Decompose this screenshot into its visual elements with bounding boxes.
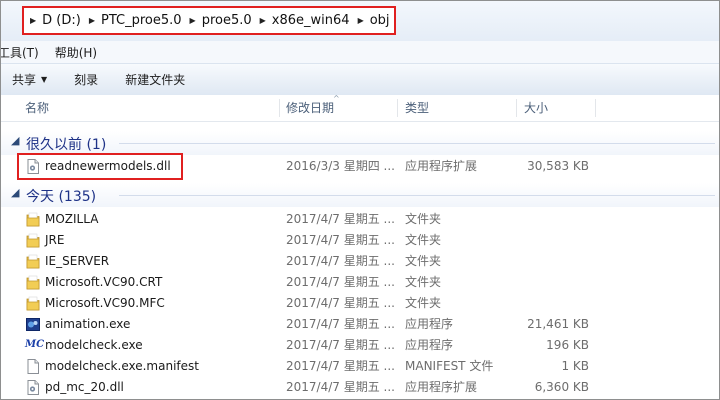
- caret-down-icon: ▼: [41, 75, 48, 84]
- group-title: 今天 (135): [26, 189, 97, 205]
- mc-exe-icon: MC: [25, 339, 45, 350]
- file-row[interactable]: MC modelcheck.exe 2017/4/7 星期五 ... 应用程序 …: [1, 335, 719, 356]
- group-divider-line: [119, 143, 715, 144]
- dll-file-icon: [27, 380, 39, 395]
- file-date: 2017/4/7 星期五 ...: [286, 275, 395, 289]
- file-date: 2017/4/7 星期五 ...: [286, 338, 395, 352]
- file-date: 2017/4/7 星期五 ...: [286, 212, 395, 226]
- file-size: 30,583 KB: [527, 159, 589, 173]
- file-type: 文件夹: [405, 212, 442, 226]
- explorer-window: ▶ D (D:) ▶ PTC_proe5.0 ▶ proe5.0 ▶ x86e_…: [0, 0, 720, 400]
- group-header-long-ago[interactable]: ◢ 很久以前 (1): [1, 131, 719, 155]
- new-folder-button-label: 新建文件夹: [125, 73, 186, 87]
- column-divider[interactable]: [397, 99, 398, 117]
- breadcrumb[interactable]: ▶ D (D:) ▶ PTC_proe5.0 ▶ proe5.0 ▶ x86e_…: [22, 6, 396, 35]
- menu-bar: 工具(T) 帮助(H): [1, 41, 719, 63]
- breadcrumb-item-drive[interactable]: D (D:): [42, 13, 81, 28]
- file-size: 21,461 KB: [527, 317, 589, 331]
- folder-icon: [26, 212, 40, 227]
- file-name: IE_SERVER: [45, 254, 110, 268]
- chevron-right-icon[interactable]: ▶: [190, 16, 196, 25]
- file-name: JRE: [45, 233, 65, 247]
- breadcrumb-item-ptc-proe[interactable]: PTC_proe5.0: [101, 13, 182, 28]
- file-date: 2017/4/7 星期五 ...: [286, 254, 395, 268]
- chevron-down-icon[interactable]: ◢: [11, 134, 19, 147]
- chevron-right-icon[interactable]: ▶: [358, 16, 364, 25]
- file-date: 2017/4/7 星期五 ...: [286, 359, 395, 373]
- column-divider[interactable]: [595, 99, 596, 117]
- group-divider-line: [119, 195, 715, 196]
- chevron-right-icon[interactable]: ▶: [30, 16, 36, 25]
- address-bar: ▶ D (D:) ▶ PTC_proe5.0 ▶ proe5.0 ▶ x86e_…: [1, 1, 719, 41]
- file-row[interactable]: modelcheck.exe.manifest 2017/4/7 星期五 ...…: [1, 356, 719, 377]
- file-date: 2017/4/7 星期五 ...: [286, 317, 395, 331]
- file-name: modelcheck.exe.manifest: [45, 359, 199, 373]
- file-date: 2017/4/7 星期五 ...: [286, 296, 395, 310]
- column-header-row: 名称 ^ 修改日期 类型 大小: [1, 95, 719, 122]
- file-type: 应用程序: [405, 338, 454, 352]
- file-date: 2016/3/3 星期四 ...: [286, 159, 395, 173]
- file-row[interactable]: IE_SERVER 2017/4/7 星期五 ... 文件夹: [1, 251, 719, 272]
- file-type: 应用程序扩展: [405, 159, 478, 173]
- file-type: 文件夹: [405, 275, 442, 289]
- file-size: 196 KB: [546, 338, 589, 352]
- file-name: modelcheck.exe: [45, 338, 143, 352]
- column-header-date[interactable]: 修改日期: [286, 95, 334, 121]
- share-button-label: 共享: [12, 73, 37, 87]
- group-title: 很久以前 (1): [26, 137, 107, 153]
- file-name: animation.exe: [45, 317, 131, 331]
- folder-icon: [26, 275, 40, 290]
- chevron-right-icon[interactable]: ▶: [260, 16, 266, 25]
- column-header-type[interactable]: 类型: [405, 95, 429, 121]
- file-type: 文件夹: [405, 233, 442, 247]
- command-bar: 共享 ▼ 刻录 新建文件夹: [1, 63, 719, 96]
- file-row[interactable]: pd_mc_20.dll 2017/4/7 星期五 ... 应用程序扩展 6,3…: [1, 377, 719, 398]
- file-type: 应用程序: [405, 317, 454, 331]
- blank-file-icon: [27, 359, 39, 374]
- group-header-today[interactable]: ◢ 今天 (135): [1, 183, 719, 207]
- new-folder-button[interactable]: 新建文件夹: [125, 71, 185, 88]
- breadcrumb-item-proe[interactable]: proe5.0: [202, 13, 252, 28]
- column-divider[interactable]: [279, 99, 280, 117]
- menu-tools[interactable]: 工具(T): [1, 44, 39, 61]
- column-divider[interactable]: [516, 99, 517, 117]
- file-date: 2017/4/7 星期五 ...: [286, 380, 395, 394]
- file-row[interactable]: JRE 2017/4/7 星期五 ... 文件夹: [1, 230, 719, 251]
- file-row[interactable]: MOZILLA 2017/4/7 星期五 ... 文件夹: [1, 209, 719, 230]
- share-button[interactable]: 共享 ▼: [12, 71, 47, 88]
- file-size: 1 KB: [561, 359, 589, 373]
- folder-icon: [26, 254, 40, 269]
- file-size: 6,360 KB: [534, 380, 589, 394]
- chevron-down-icon[interactable]: ◢: [11, 186, 19, 199]
- file-name: Microsoft.VC90.MFC: [45, 296, 165, 310]
- folder-icon: [26, 296, 40, 311]
- column-header-name[interactable]: 名称: [25, 95, 49, 121]
- file-date: 2017/4/7 星期五 ...: [286, 233, 395, 247]
- file-type: MANIFEST 文件: [405, 359, 494, 373]
- chevron-right-icon[interactable]: ▶: [89, 16, 95, 25]
- folder-icon: [26, 233, 40, 248]
- file-row[interactable]: animation.exe 2017/4/7 星期五 ... 应用程序 21,4…: [1, 314, 719, 335]
- file-row[interactable]: Microsoft.VC90.CRT 2017/4/7 星期五 ... 文件夹: [1, 272, 719, 293]
- file-row[interactable]: Microsoft.VC90.MFC 2017/4/7 星期五 ... 文件夹: [1, 293, 719, 314]
- menu-help[interactable]: 帮助(H): [55, 44, 97, 61]
- file-name: pd_mc_20.dll: [45, 380, 124, 394]
- breadcrumb-item-obj[interactable]: obj: [370, 13, 390, 28]
- breadcrumb-item-x86e-win64[interactable]: x86e_win64: [272, 13, 350, 28]
- highlight-annotation: [17, 153, 183, 180]
- file-name: Microsoft.VC90.CRT: [45, 275, 163, 289]
- file-type: 文件夹: [405, 254, 442, 268]
- file-name: MOZILLA: [45, 212, 99, 226]
- animation-exe-icon: [26, 318, 40, 331]
- file-type: 应用程序扩展: [405, 380, 478, 394]
- burn-button[interactable]: 刻录: [74, 71, 98, 88]
- file-type: 文件夹: [405, 296, 442, 310]
- column-header-size[interactable]: 大小: [524, 95, 548, 121]
- burn-button-label: 刻录: [74, 73, 99, 87]
